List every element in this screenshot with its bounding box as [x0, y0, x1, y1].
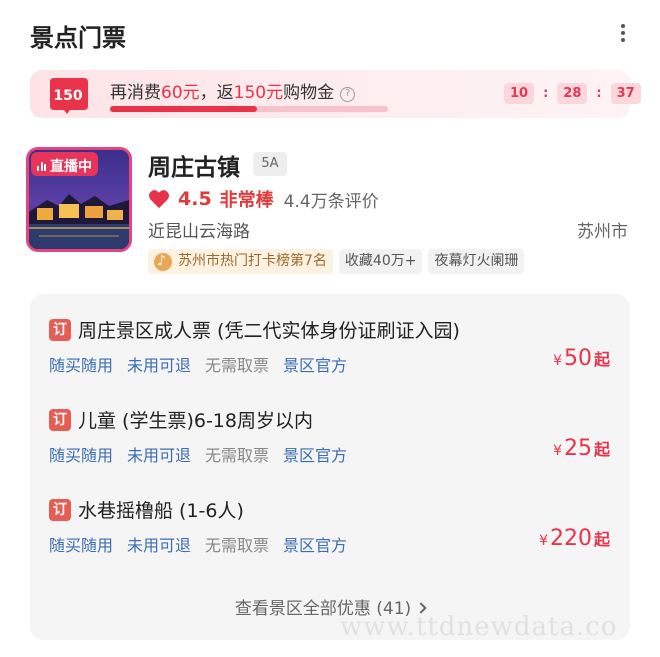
ticket-item[interactable]: 订 儿童 (学生票)6-18周岁以内 随买随用 未用可退 无需取票 景区官方 ¥… — [30, 406, 630, 494]
live-badge-label: 直播中 — [50, 158, 92, 175]
chevron-right-icon — [415, 602, 427, 614]
feature-label: 景区官方 — [283, 356, 348, 375]
ticket-features: 随买随用 未用可退 无需取票 景区官方 — [49, 352, 347, 376]
countdown-hours: 10 — [504, 83, 535, 104]
view-all-offers-link[interactable]: 查看景区全部优惠 (41) — [30, 594, 630, 619]
ticket-list: 订 周庄景区成人票 (凭二代实体身份证刷证入园) 随买随用 未用可退 无需取票 … — [30, 294, 630, 640]
feature-label: 未用可退 — [127, 446, 192, 465]
live-badge: 直播中 — [31, 152, 98, 176]
ticket-item[interactable]: 订 水巷摇橹船 (1-6人) 随买随用 未用可退 无需取票 景区官方 ¥ 220… — [30, 496, 630, 584]
view-all-label: 查看景区全部优惠 (41) — [234, 599, 412, 619]
feature-label: 随买随用 — [49, 536, 114, 555]
price-symbol: ¥ — [553, 443, 562, 459]
countdown-separator: : — [596, 86, 602, 101]
feature-label: 无需取票 — [205, 536, 270, 555]
price-value: 25 — [563, 436, 592, 461]
ticket-price: ¥ 50 起 — [553, 346, 610, 371]
heart-icon — [149, 190, 169, 209]
countdown-seconds: 37 — [610, 83, 641, 104]
feature-label: 未用可退 — [127, 536, 192, 555]
feature-label: 无需取票 — [205, 446, 270, 465]
live-bars-icon — [37, 160, 46, 171]
price-symbol: ¥ — [539, 533, 548, 549]
tags-row: 苏州市热门打卡榜第7名 收藏40万+ 夜幕灯火阑珊 — [148, 249, 525, 274]
booking-badge: 订 — [49, 409, 71, 431]
ticket-title: 儿童 (学生票)6-18周岁以内 — [78, 410, 313, 432]
ticket-title: 周庄景区成人票 (凭二代实体身份证刷证入园) — [78, 320, 460, 342]
rating-row[interactable]: 4.5 非常棒 4.4万条评价 — [148, 186, 379, 212]
countdown-minutes: 28 — [557, 83, 588, 104]
promo-text: 再消费60元，返150元购物金? — [110, 78, 356, 103]
favorites-tag: 收藏40万+ — [338, 249, 423, 274]
rank-tag[interactable]: 苏州市热门打卡榜第7名 — [148, 249, 333, 274]
ticket-features: 随买随用 未用可退 无需取票 景区官方 — [49, 442, 347, 466]
price-value: 50 — [563, 346, 592, 371]
review-count: 4.4万条评价 — [283, 191, 379, 212]
coupon-amount: 150 — [53, 88, 83, 104]
price-value: 220 — [549, 526, 592, 551]
promo-progress-fill — [110, 106, 258, 112]
rating-score: 4.5 — [178, 188, 212, 210]
ticket-features: 随买随用 未用可退 无需取票 景区官方 — [49, 532, 347, 556]
feature-label: 随买随用 — [49, 446, 114, 465]
promo-text-middle: ，返 — [199, 83, 234, 103]
tiktok-icon — [154, 249, 172, 274]
booking-badge: 订 — [49, 499, 71, 521]
promo-banner[interactable]: 150 再消费60元，返150元购物金? 10 : 28 : 37 — [30, 70, 641, 118]
feature-label: 景区官方 — [283, 536, 348, 555]
attraction-name[interactable]: 周庄古镇 — [148, 148, 240, 182]
attraction-thumbnail[interactable]: 直播中 — [26, 147, 132, 252]
address[interactable]: 近昆山云海路 — [148, 217, 250, 242]
more-vertical-icon[interactable] — [614, 22, 632, 48]
ticket-price: ¥ 25 起 — [553, 436, 610, 461]
promo-reward-amount: 150元 — [233, 83, 284, 103]
ticket-price: ¥ 220 起 — [539, 526, 610, 551]
promo-text-prefix: 再消费 — [110, 83, 161, 103]
feature-label: 未用可退 — [127, 356, 192, 375]
page-title: 景点门票 — [30, 24, 126, 52]
ticket-item[interactable]: 订 周庄景区成人票 (凭二代实体身份证刷证入园) 随买随用 未用可退 无需取票 … — [30, 316, 630, 404]
feature-tag: 夜幕灯火阑珊 — [428, 249, 525, 274]
price-suffix: 起 — [593, 530, 610, 549]
feature-label: 随买随用 — [49, 356, 114, 375]
promo-progress-bar — [110, 106, 388, 112]
feature-label: 无需取票 — [205, 356, 270, 375]
feature-label: 景区官方 — [283, 446, 348, 465]
city: 苏州市 — [577, 222, 628, 242]
price-suffix: 起 — [593, 350, 610, 369]
question-circle-icon[interactable]: ? — [340, 87, 356, 102]
price-symbol: ¥ — [553, 353, 562, 369]
promo-spend-amount: 60元 — [161, 83, 200, 103]
rank-tag-label: 苏州市热门打卡榜第7名 — [178, 253, 327, 269]
page-header: 景点门票 — [0, 0, 660, 68]
countdown-separator: : — [543, 86, 549, 101]
booking-badge: 订 — [49, 319, 71, 341]
level-tag: 5A — [253, 152, 287, 176]
ticket-title: 水巷摇橹船 (1-6人) — [78, 500, 244, 522]
countdown-timer: 10 : 28 : 37 — [504, 83, 641, 104]
price-suffix: 起 — [593, 440, 610, 459]
rating-word: 非常棒 — [219, 190, 274, 211]
promo-text-suffix: 购物金 — [283, 83, 335, 103]
